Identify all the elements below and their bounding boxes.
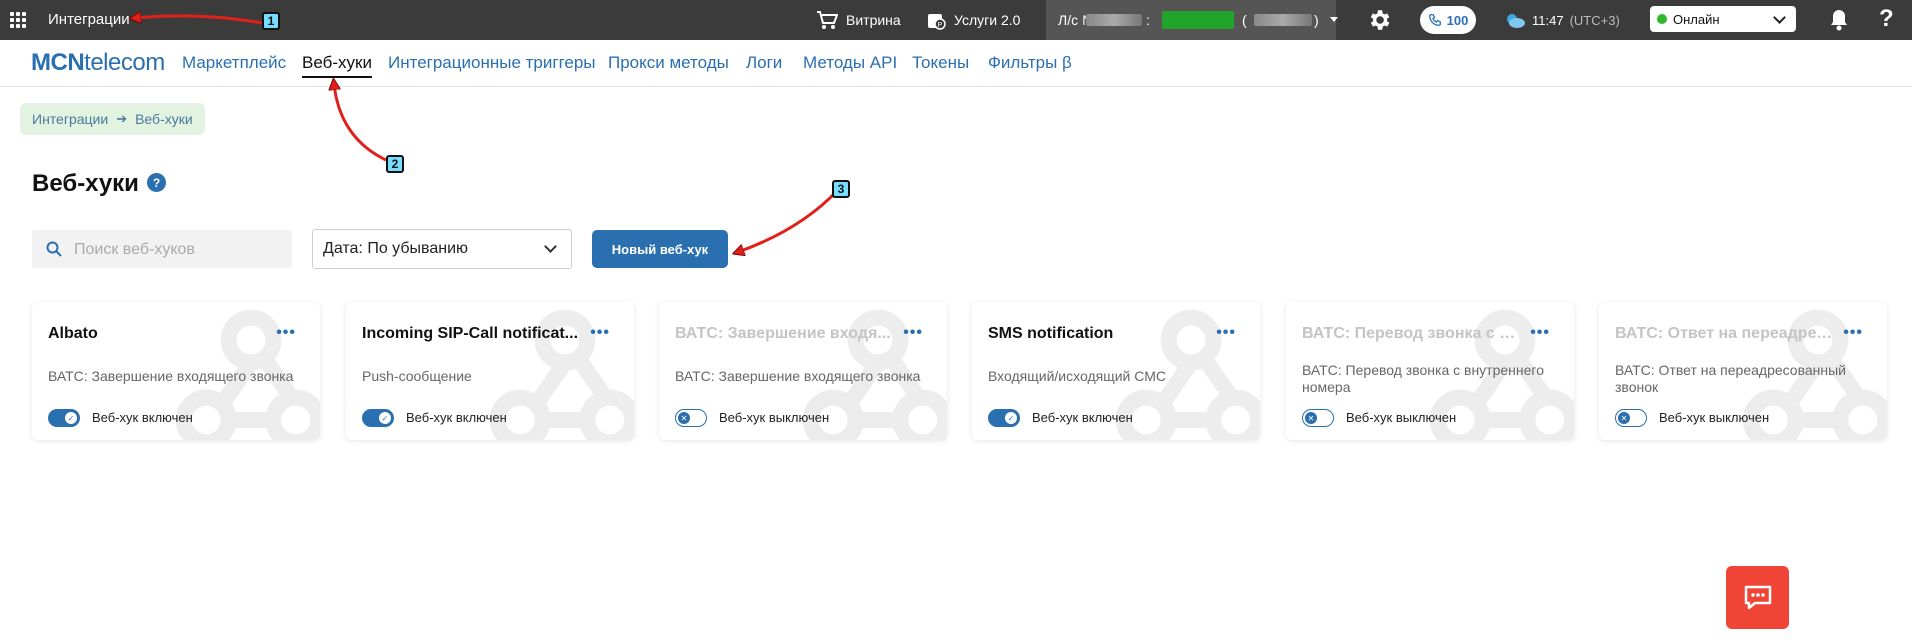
- annotation-arrows: [0, 0, 840, 642]
- annotation-arrow-1: [135, 16, 263, 25]
- annotation-badge-3: 3: [832, 180, 850, 198]
- annotation-badge-2: 2: [386, 155, 404, 173]
- annotation-badge-1: 1: [262, 12, 280, 30]
- annotation-arrow-3: [738, 188, 840, 252]
- annotation-arrow-2: [334, 84, 387, 162]
